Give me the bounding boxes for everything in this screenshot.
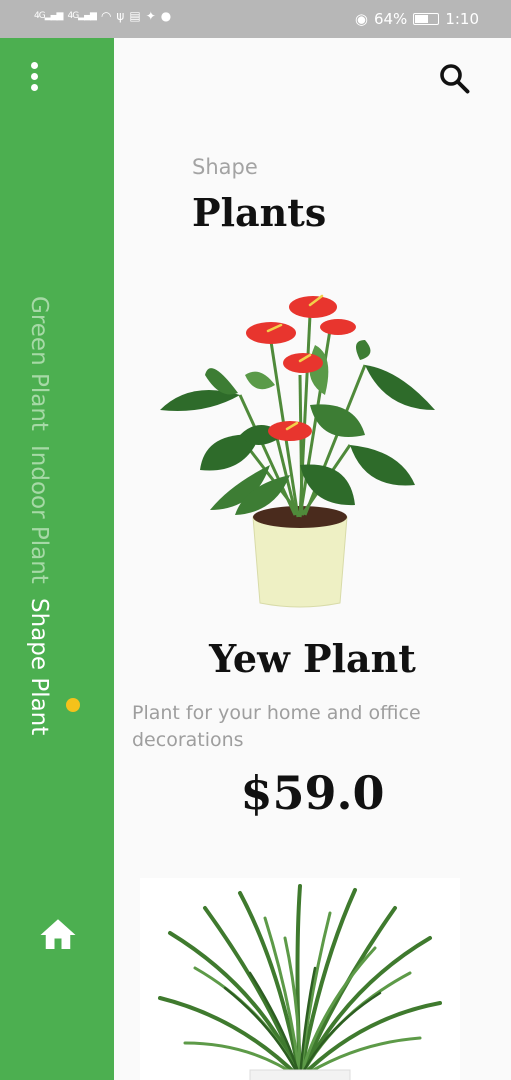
wifi-icon: ◠ — [100, 9, 112, 23]
page-subtitle: Shape — [192, 155, 258, 179]
category-nav: Green Plant Indoor Plant Shape Plant — [26, 296, 52, 735]
nav-item-green-plant[interactable]: Green Plant — [26, 296, 52, 431]
nav-item-indoor-plant[interactable]: Indoor Plant — [26, 445, 52, 584]
product-description: Plant for your home and office decoratio… — [132, 702, 421, 751]
battery-icon — [413, 13, 440, 25]
whatsapp-icon: ● — [160, 9, 172, 23]
product-name: Yew Plant — [209, 636, 416, 681]
active-indicator-dot — [66, 698, 80, 712]
product-card-2[interactable] — [140, 878, 460, 1080]
more-vert-icon[interactable] — [22, 60, 46, 94]
notification-icon: ▤ — [129, 9, 141, 23]
product-price: $59.0 — [240, 766, 385, 820]
status-left-icons: 4G▂▄▆ 4G▂▄▆ ◠ ψ ▤ ✦ ● — [34, 9, 171, 23]
home-icon[interactable] — [37, 914, 79, 956]
status-bar: 4G▂▄▆ 4G▂▄▆ ◠ ψ ▤ ✦ ● ◉ 64% 1:10 — [0, 0, 511, 38]
clock: 1:10 — [445, 10, 479, 28]
twitter-icon: ✦ — [145, 9, 156, 23]
product-image-2 — [158, 884, 442, 1080]
usb-icon: ψ — [116, 9, 125, 23]
battery-percent: 64% — [373, 10, 408, 28]
signal-icon: 4G▂▄▆ — [34, 11, 63, 21]
status-right-icons: ◉ 64% 1:10 — [355, 10, 479, 28]
sidebar: Green Plant Indoor Plant Shape Plant — [0, 38, 114, 1080]
product-image[interactable] — [150, 285, 450, 615]
page-title: Plants — [192, 190, 327, 235]
nav-item-shape-plant[interactable]: Shape Plant — [26, 598, 52, 735]
search-icon[interactable] — [436, 60, 472, 96]
signal-icon-2: 4G▂▄▆ — [67, 11, 96, 21]
eye-comfort-icon: ◉ — [354, 10, 368, 28]
